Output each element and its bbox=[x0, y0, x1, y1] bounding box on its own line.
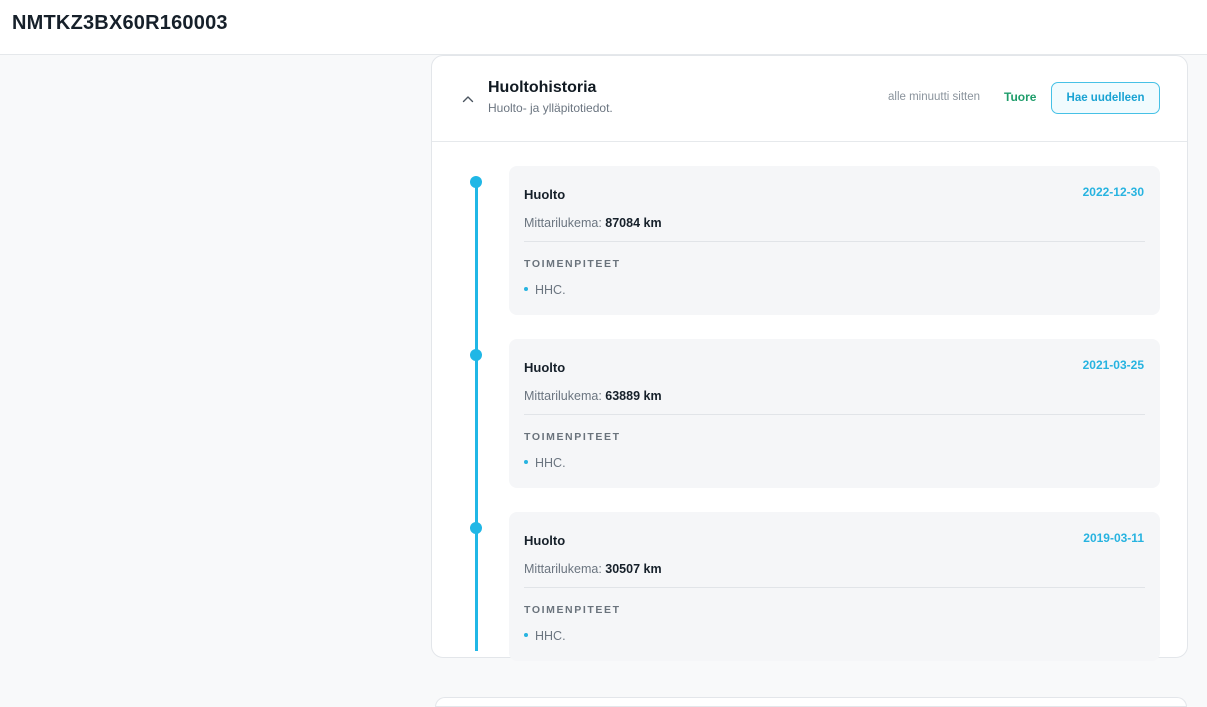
card-subtitle: Huolto- ja ylläpitotiedot. bbox=[488, 101, 613, 115]
action-text: HHC. bbox=[535, 283, 566, 297]
action-item: HHC. bbox=[524, 456, 566, 470]
card-title: Huoltohistoria bbox=[488, 79, 597, 96]
chevron-up-icon[interactable] bbox=[460, 91, 476, 107]
odometer-label: Mittarilukema: bbox=[524, 389, 602, 403]
refresh-button[interactable]: Hae uudelleen bbox=[1051, 82, 1160, 114]
last-updated-text: alle minuutti sitten bbox=[888, 91, 981, 103]
bullet-icon bbox=[524, 286, 528, 291]
bullet-icon bbox=[524, 632, 528, 637]
entry-type: Huolto bbox=[524, 187, 566, 202]
entry-type: Huolto bbox=[524, 533, 566, 548]
odometer-label: Mittarilukema: bbox=[524, 216, 602, 230]
actions-label: TOIMENPITEET bbox=[524, 258, 621, 270]
next-card-edge bbox=[435, 697, 1187, 707]
entry-date: 2019-03-11 bbox=[1083, 531, 1144, 545]
odometer-value: 30507 km bbox=[605, 562, 662, 576]
page-title: NMTKZ3BX60R160003 bbox=[12, 12, 228, 34]
action-item: HHC. bbox=[524, 283, 566, 297]
odometer-reading: Mittarilukema: 63889 km bbox=[524, 389, 662, 403]
odometer-reading: Mittarilukema: 87084 km bbox=[524, 216, 662, 230]
service-entry: Huolto 2022-12-30 Mittarilukema: 87084 k… bbox=[509, 166, 1160, 315]
divider bbox=[524, 414, 1145, 415]
service-entry: Huolto 2021-03-25 Mittarilukema: 63889 k… bbox=[509, 339, 1160, 488]
entry-date: 2022-12-30 bbox=[1082, 185, 1144, 199]
entry-date: 2021-03-25 bbox=[1082, 358, 1144, 372]
timeline-line bbox=[475, 181, 478, 651]
entry-type: Huolto bbox=[524, 360, 566, 375]
action-item: HHC. bbox=[524, 629, 566, 643]
odometer-value: 63889 km bbox=[605, 389, 662, 403]
action-text: HHC. bbox=[535, 629, 566, 643]
odometer-reading: Mittarilukema: 30507 km bbox=[524, 562, 662, 576]
odometer-label: Mittarilukema: bbox=[524, 562, 602, 576]
divider bbox=[524, 587, 1145, 588]
odometer-value: 87084 km bbox=[605, 216, 662, 230]
action-text: HHC. bbox=[535, 456, 566, 470]
bullet-icon bbox=[524, 459, 528, 464]
timeline-dot bbox=[470, 349, 482, 361]
top-bar: NMTKZ3BX60R160003 bbox=[0, 0, 1207, 55]
status-badge: Tuore bbox=[1004, 90, 1037, 104]
actions-label: TOIMENPITEET bbox=[524, 431, 621, 443]
service-entry: Huolto 2019-03-11 Mittarilukema: 30507 k… bbox=[509, 512, 1160, 661]
divider bbox=[524, 241, 1145, 242]
actions-label: TOIMENPITEET bbox=[524, 604, 621, 616]
timeline-dot bbox=[470, 522, 482, 534]
service-history-card: Huoltohistoria Huolto- ja ylläpitotiedot… bbox=[431, 55, 1188, 661]
timeline-dot bbox=[470, 176, 482, 188]
card-header[interactable]: Huoltohistoria Huolto- ja ylläpitotiedot… bbox=[432, 56, 1187, 142]
